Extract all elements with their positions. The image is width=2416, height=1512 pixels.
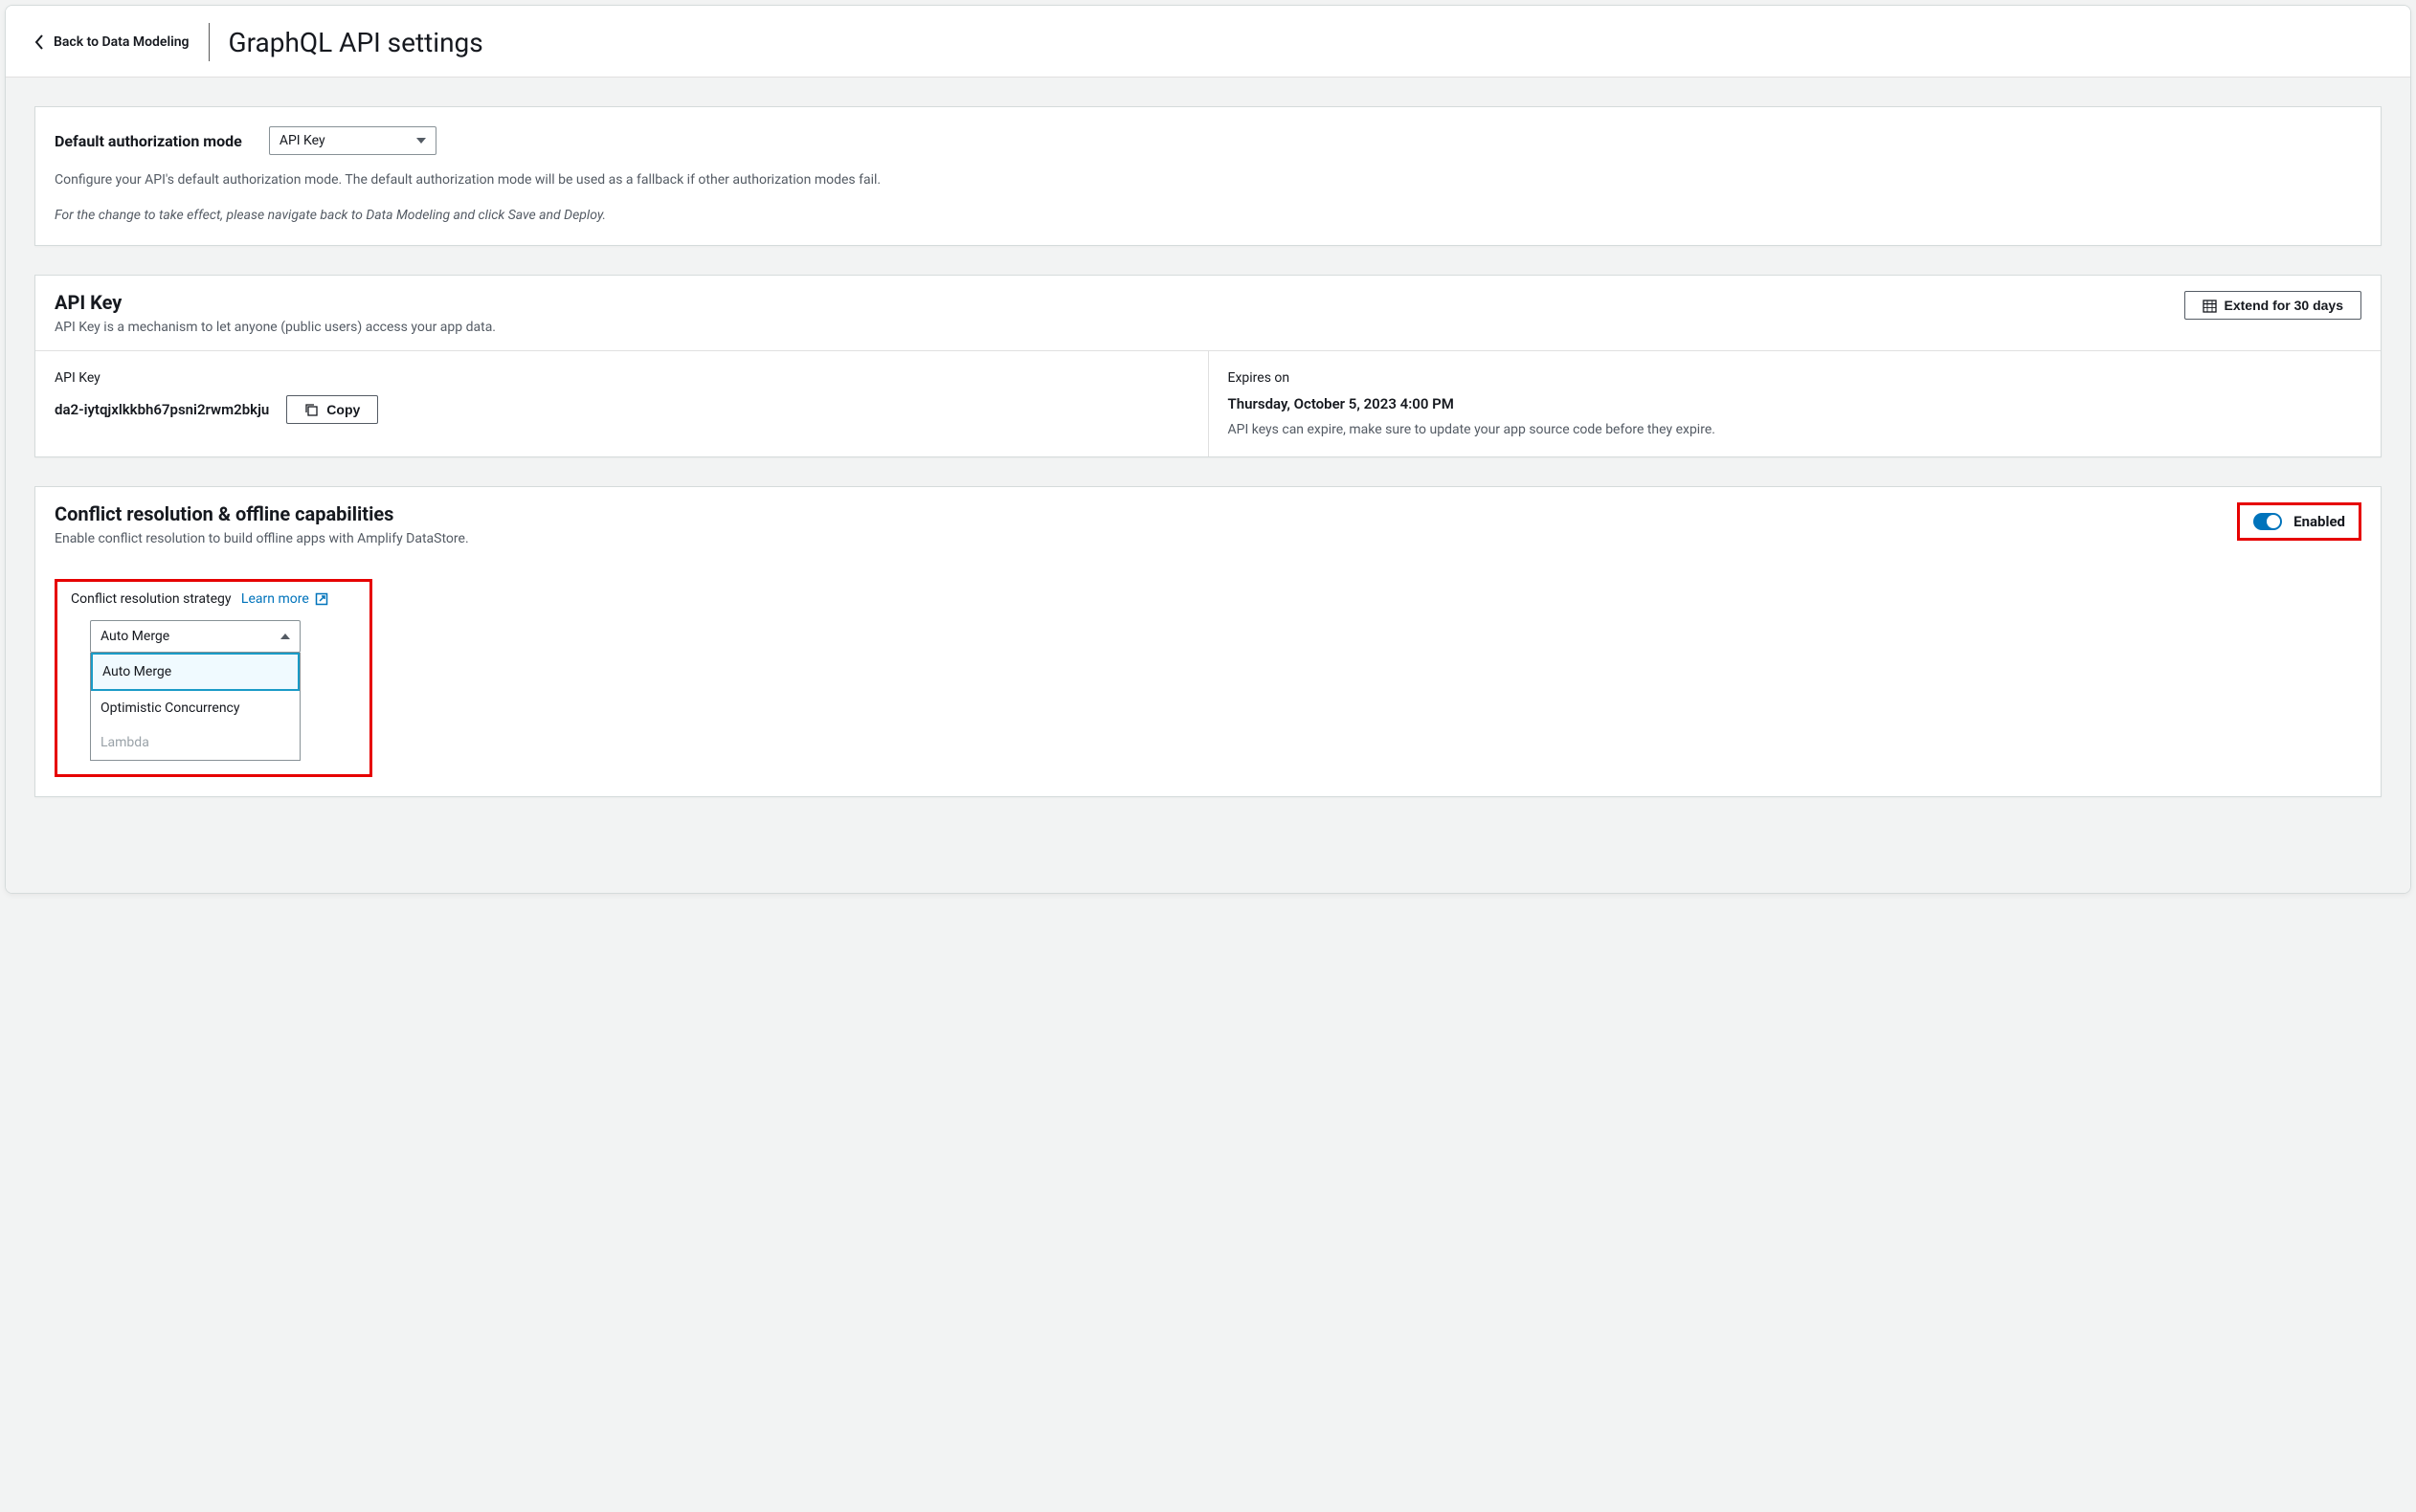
enabled-toggle-annotation: Enabled: [2237, 502, 2361, 541]
conflict-title: Conflict resolution & offline capabiliti…: [55, 502, 469, 525]
strategy-option-auto-merge[interactable]: Auto Merge: [91, 653, 300, 691]
chevron-left-icon: [34, 34, 44, 50]
strategy-dropdown: Auto Merge Optimistic Concurrency Lambda: [90, 653, 301, 761]
page-title: GraphQL API settings: [229, 27, 483, 58]
learn-more-label: Learn more: [241, 591, 309, 607]
expires-value: Thursday, October 5, 2023 4:00 PM: [1228, 395, 2362, 412]
conflict-panel: Conflict resolution & offline capabiliti…: [34, 486, 2382, 797]
api-key-title: API Key: [55, 291, 496, 314]
api-key-label: API Key: [55, 370, 1189, 386]
header-divider: [209, 23, 210, 61]
copy-button[interactable]: Copy: [286, 395, 378, 424]
expires-hint: API keys can expire, make sure to update…: [1228, 422, 2362, 437]
learn-more-link[interactable]: Learn more: [241, 591, 328, 607]
caret-up-icon: [280, 634, 290, 639]
caret-down-icon: [416, 138, 426, 144]
strategy-label: Conflict resolution strategy: [71, 591, 232, 607]
extend-button[interactable]: Extend for 30 days: [2184, 291, 2362, 320]
strategy-select-value: Auto Merge: [101, 629, 169, 644]
auth-mode-select[interactable]: API Key: [269, 126, 436, 155]
calendar-icon: [2203, 299, 2217, 313]
enabled-toggle[interactable]: [2253, 513, 2282, 530]
external-link-icon: [315, 592, 328, 606]
api-key-panel: API Key API Key is a mechanism to let an…: [34, 275, 2382, 457]
page-header: Back to Data Modeling GraphQL API settin…: [6, 6, 2410, 78]
api-key-subtitle: API Key is a mechanism to let anyone (pu…: [55, 320, 496, 335]
auth-mode-description: Configure your API's default authorizati…: [55, 170, 2361, 190]
strategy-option-optimistic-concurrency[interactable]: Optimistic Concurrency: [91, 691, 300, 725]
auth-mode-label: Default authorization mode: [55, 132, 242, 150]
api-key-value: da2-iytqjxlkkbh67psni2rwm2bkju: [55, 401, 269, 418]
strategy-select[interactable]: Auto Merge: [90, 620, 301, 653]
expires-label: Expires on: [1228, 370, 2362, 386]
auth-mode-select-value: API Key: [280, 133, 325, 148]
back-link[interactable]: Back to Data Modeling: [34, 34, 190, 50]
extend-button-label: Extend for 30 days: [2225, 298, 2344, 313]
conflict-subtitle: Enable conflict resolution to build offl…: [55, 531, 469, 546]
strategy-annotation: Conflict resolution strategy Learn more …: [55, 579, 372, 777]
auth-mode-note: For the change to take effect, please na…: [55, 206, 2361, 226]
back-link-label: Back to Data Modeling: [54, 34, 190, 50]
copy-icon: [304, 403, 319, 417]
enabled-toggle-label: Enabled: [2293, 513, 2345, 530]
auth-mode-panel: Default authorization mode API Key Confi…: [34, 106, 2382, 246]
strategy-option-lambda[interactable]: Lambda: [91, 725, 300, 760]
copy-button-label: Copy: [326, 402, 360, 417]
